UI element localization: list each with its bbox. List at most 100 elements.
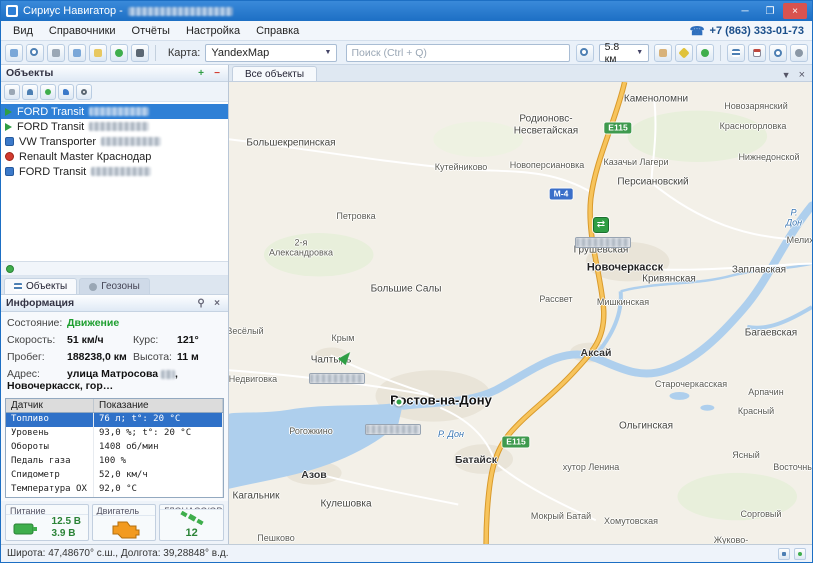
map-panel: Все объекты ▼ × [229, 65, 812, 544]
power-voltage-backup: 3.9 В [52, 528, 81, 539]
mail-icon[interactable] [89, 44, 107, 62]
road-badge: Е115 [502, 437, 529, 448]
sensor-row[interactable]: Спидометр52,0 км/ч [6, 469, 223, 483]
object-label: VW Transporter [19, 136, 96, 148]
app-icon [6, 5, 18, 17]
screen-icon[interactable] [5, 44, 23, 62]
objects-panel-title: Объекты [6, 67, 53, 79]
close-icon[interactable]: × [211, 297, 223, 309]
redacted-text [89, 107, 149, 116]
close-button[interactable]: × [783, 3, 807, 19]
car-icon[interactable] [58, 84, 74, 100]
toolbar-left-icons [5, 44, 149, 62]
status-bar: Широта: 47,48670° с.ш., Долгота: 39,2884… [1, 544, 812, 562]
sensor-value: 52,0 км/ч [94, 469, 223, 483]
road-badge: Е115 [604, 123, 631, 134]
coordinates-readout: Широта: 47,48670° с.ш., Долгота: 39,2884… [7, 548, 228, 559]
add-object-icon[interactable]: + [195, 67, 207, 79]
close-icon[interactable]: × [799, 69, 805, 81]
printer-icon[interactable] [47, 44, 65, 62]
state-value: Движение [67, 317, 119, 329]
map-tab-all-objects[interactable]: Все объекты [232, 66, 317, 81]
toolbar-map-tools [654, 44, 714, 62]
gauges-row: Питание 12.5 В 3.9 В Двигатель [1, 501, 228, 544]
object-row[interactable]: FORD Transit [1, 164, 228, 179]
info-row-address: Адрес:улица Матросова , Новочеркасск, го… [7, 368, 222, 392]
course-label: Курс: [133, 334, 177, 346]
maximize-button[interactable]: ❐ [758, 3, 782, 19]
menu-item[interactable]: Вид [5, 23, 41, 39]
title-bar[interactable]: Сириус Навигатор - ─ ❐ × [1, 1, 812, 21]
object-row[interactable]: VW Transporter [1, 134, 228, 149]
printer-icon[interactable] [4, 84, 20, 100]
sensor-row[interactable]: Температура ОХ92,0 °C [6, 483, 223, 497]
settings-icon[interactable] [790, 44, 808, 62]
scale-select[interactable]: 5.8 км ▼ [599, 44, 650, 62]
tab-geozones[interactable]: Геозоны [79, 278, 150, 294]
sensor-row[interactable]: Обороты1408 об/мин [6, 441, 223, 455]
redacted-text [101, 137, 161, 146]
object-row[interactable]: FORD Transit [1, 119, 228, 134]
toolbar-separator [155, 45, 156, 61]
power-voltage-main: 12.5 В [52, 516, 81, 527]
binoculars-icon[interactable] [22, 84, 38, 100]
sensor-value: 1408 об/мин [94, 441, 223, 455]
globe-icon [89, 283, 97, 291]
legend-icon[interactable] [727, 44, 745, 62]
toolbar-right-icons [727, 44, 808, 62]
map-select-label: Карта: [168, 47, 201, 59]
traffic-icon[interactable] [696, 44, 714, 62]
vehicle-marker-dot[interactable] [395, 398, 404, 407]
camera-icon[interactable] [131, 44, 149, 62]
chevron-down-icon[interactable]: ▼ [782, 70, 791, 80]
object-row[interactable]: FORD Transit [1, 104, 228, 119]
ruler-icon[interactable] [675, 44, 693, 62]
search-icon[interactable] [26, 44, 44, 62]
sensor-col-name: Датчик [6, 399, 94, 412]
main-toolbar: Карта: YandexMap ▼ 5.8 км ▼ [1, 41, 812, 65]
eye-icon[interactable] [76, 84, 92, 100]
course-value: 121° [177, 334, 199, 346]
clock-icon[interactable] [769, 44, 787, 62]
pan-icon[interactable] [654, 44, 672, 62]
parked-status-icon [5, 167, 14, 176]
menu-item[interactable]: Справочники [41, 23, 124, 39]
vehicle-plate-redacted[interactable] [309, 373, 365, 384]
engine-gauge: Двигатель [92, 504, 157, 541]
redacted-text [89, 122, 149, 131]
app-window: Сириус Навигатор - ─ ❐ × ВидСправочникиО… [0, 0, 813, 563]
sensor-name: Педаль газа [6, 455, 94, 469]
gps-satellite-count: 12 [186, 527, 198, 539]
toolbar-zoom-icons [576, 44, 594, 62]
vehicle-marker-route[interactable]: ⇄ [593, 217, 609, 233]
info-panel-body: Состояние: Движение Скорость: 51 км/ч Ку… [1, 312, 228, 397]
menu-item[interactable]: Справка [248, 23, 307, 39]
menu-item[interactable]: Настройка [178, 23, 248, 39]
pin-icon[interactable]: ⚲ [195, 297, 207, 309]
info-panel-header: Информация ⚲ × [1, 295, 228, 312]
tab-objects[interactable]: Объекты [4, 278, 77, 294]
sensor-row[interactable]: Топливо76 л; t°: 20 °C [6, 413, 223, 427]
calendar-icon[interactable] [748, 44, 766, 62]
minimize-button[interactable]: ─ [733, 3, 757, 19]
map-select[interactable]: YandexMap ▼ [205, 44, 337, 62]
object-label: FORD Transit [19, 166, 86, 178]
export-icon[interactable] [68, 44, 86, 62]
search-box[interactable] [346, 44, 569, 62]
sensor-row[interactable]: Уровень93,0 %; t°: 20 °C [6, 427, 223, 441]
search-input[interactable] [351, 47, 564, 59]
object-row[interactable]: Renault Master Краснодар [1, 149, 228, 164]
vehicle-plate-redacted[interactable] [575, 237, 631, 248]
sensor-row[interactable]: Педаль газа100 % [6, 455, 223, 469]
menu-item[interactable]: Отчёты [124, 23, 178, 39]
sensor-name: Обороты [6, 441, 94, 455]
map-canvas[interactable]: КаменоломниНовозарянскийКрасногорловкаРо… [229, 82, 812, 544]
vehicle-plate-redacted[interactable] [365, 424, 421, 435]
globe-icon[interactable] [110, 44, 128, 62]
zoom-in-icon[interactable] [576, 44, 594, 62]
globe-icon[interactable] [40, 84, 56, 100]
network-status-icon [778, 548, 790, 560]
info-row-state: Состояние: Движение [7, 317, 222, 329]
remove-object-icon[interactable]: − [211, 67, 223, 79]
chevron-down-icon: ▼ [325, 49, 332, 56]
